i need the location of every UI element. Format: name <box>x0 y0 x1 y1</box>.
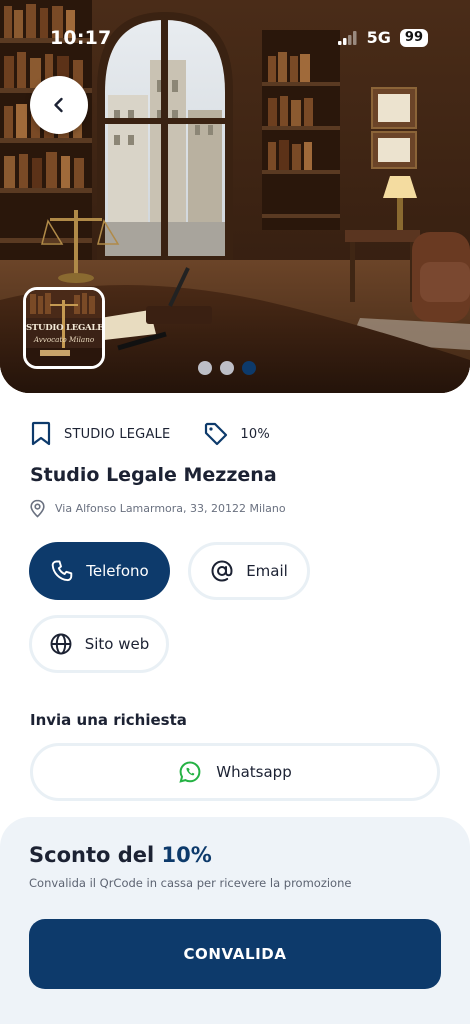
promo-sheet: Sconto del 10% Convalida il QrCode in ca… <box>0 817 470 1024</box>
promo-subtitle: Convalida il QrCode in cassa per ricever… <box>29 876 352 890</box>
back-button[interactable] <box>30 76 88 134</box>
website-button[interactable]: Sito web <box>29 615 169 673</box>
bookmark-icon <box>31 421 51 446</box>
logo-subtitle: Avvocato Milano <box>33 335 95 344</box>
location-pin-icon <box>30 499 45 518</box>
hero-image-carousel[interactable]: 10:17 5G 99 STUDIO LEGALE M <box>0 0 470 393</box>
whatsapp-label: Whatsapp <box>216 763 292 781</box>
phone-button[interactable]: Telefono <box>29 542 170 600</box>
carousel-dot[interactable] <box>198 361 212 375</box>
discount-label: 10% <box>240 426 270 442</box>
website-label: Sito web <box>84 635 150 653</box>
status-bar: 10:17 5G 99 <box>0 0 470 74</box>
business-meta: STUDIO LEGALE 10% <box>30 421 270 447</box>
business-logo: STUDIO LEGALE MEZZENA Avvocato Milano <box>23 287 105 369</box>
globe-icon <box>50 633 72 655</box>
business-name: Studio Legale Mezzena <box>30 464 277 486</box>
carousel-dot[interactable] <box>220 361 234 375</box>
chevron-left-icon <box>54 97 63 113</box>
battery-indicator: 99 <box>399 28 428 47</box>
convalida-button[interactable]: CONVALIDA <box>29 919 441 989</box>
phone-label: Telefono <box>86 562 149 580</box>
category-label: STUDIO LEGALE <box>64 426 171 442</box>
email-label: Email <box>246 562 288 580</box>
discount-tag: 10% <box>204 422 270 446</box>
carousel-dot-active[interactable] <box>242 361 256 375</box>
whatsapp-icon <box>179 761 201 783</box>
carousel-indicators[interactable] <box>198 361 256 375</box>
tag-icon <box>205 422 228 446</box>
phone-icon <box>52 560 73 582</box>
at-sign-icon <box>211 560 233 582</box>
address-row: Via Alfonso Lamarmora, 33, 20122 Milano <box>29 499 286 518</box>
promo-title-prefix: Sconto del <box>29 843 162 867</box>
status-time: 10:17 <box>50 27 112 49</box>
request-section-title: Invia una richiesta <box>30 711 187 729</box>
category-tag: STUDIO LEGALE <box>30 421 170 447</box>
whatsapp-button[interactable]: Whatsapp <box>30 743 440 801</box>
logo-name: STUDIO LEGALE MEZZENA <box>26 323 104 333</box>
promo-title: Sconto del 10% <box>29 843 212 867</box>
signal-icon <box>337 30 357 45</box>
status-indicators: 5G 99 <box>337 28 428 47</box>
address-text: Via Alfonso Lamarmora, 33, 20122 Milano <box>55 502 286 515</box>
promo-title-value: 10% <box>161 843 212 867</box>
email-button[interactable]: Email <box>188 542 310 600</box>
network-type: 5G <box>366 28 391 47</box>
